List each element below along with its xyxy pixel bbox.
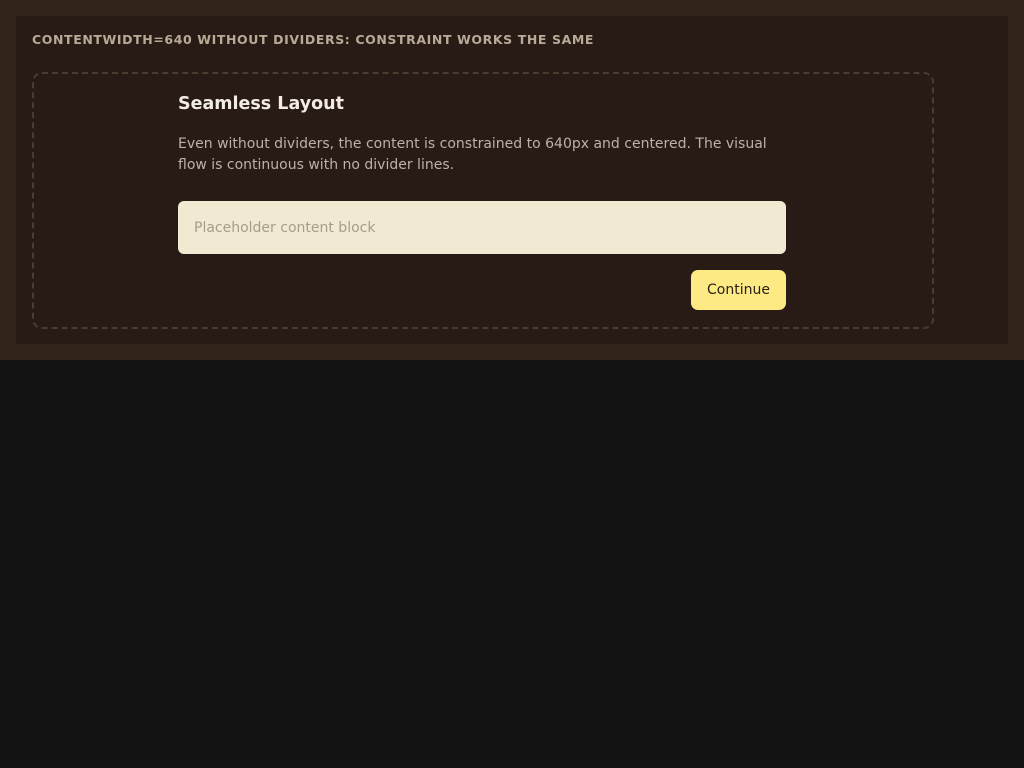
outer-band: CONTENTWIDTH=640 WITHOUT DIVIDERS: CONST…	[0, 0, 1024, 360]
continue-button[interactable]: Continue	[691, 270, 786, 310]
demo-panel: CONTENTWIDTH=640 WITHOUT DIVIDERS: CONST…	[16, 16, 1008, 344]
card-description: Even without dividers, the content is co…	[178, 136, 767, 173]
placeholder-content-block: Placeholder content block	[178, 201, 786, 254]
placeholder-content-text: Placeholder content block	[194, 219, 376, 236]
content-width-frame: Seamless Layout Even without dividers, t…	[32, 72, 934, 329]
card-title: Seamless Layout	[178, 94, 344, 114]
section-caption: CONTENTWIDTH=640 WITHOUT DIVIDERS: CONST…	[32, 32, 595, 47]
